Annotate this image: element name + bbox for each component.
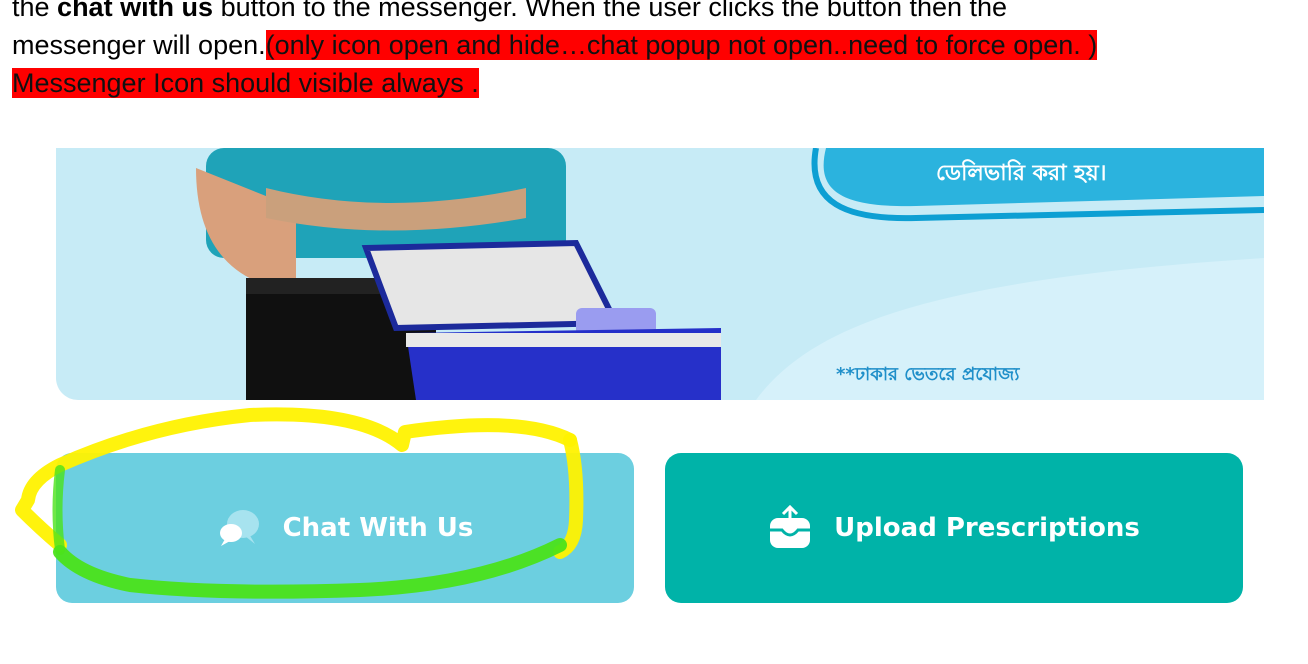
note-line2: messenger will open. [12, 30, 266, 60]
upload-button-label: Upload Prescriptions [834, 513, 1140, 543]
banner-footnote: **ঢাকার ভেতরে প্রযোজ্য [836, 364, 1020, 385]
note-suffix: button to the messenger. When the user c… [213, 0, 1008, 22]
upload-prescriptions-button[interactable]: Upload Prescriptions [665, 453, 1243, 603]
upload-tray-icon [768, 504, 812, 552]
note-prefix: the [12, 0, 58, 22]
delivery-text: ডেলিভারি করা হয়। [936, 159, 1107, 186]
chat-bubbles-icon [217, 506, 261, 550]
delivery-banner: ডেলিভারি করা হয়। **ঢাকার ভেতরে প্রযোজ্য [56, 148, 1264, 400]
cooler-bag-image [361, 239, 721, 400]
chat-button-label: Chat With Us [282, 513, 474, 543]
annotation-note: the chat with us button to the messenger… [12, 0, 1112, 102]
banner-illustration: ডেলিভারি করা হয়। **ঢাকার ভেতরে প্রযোজ্য [196, 148, 1264, 400]
chat-with-us-button[interactable]: Chat With Us [56, 453, 634, 603]
note-bold-text: chat with us [57, 0, 214, 22]
